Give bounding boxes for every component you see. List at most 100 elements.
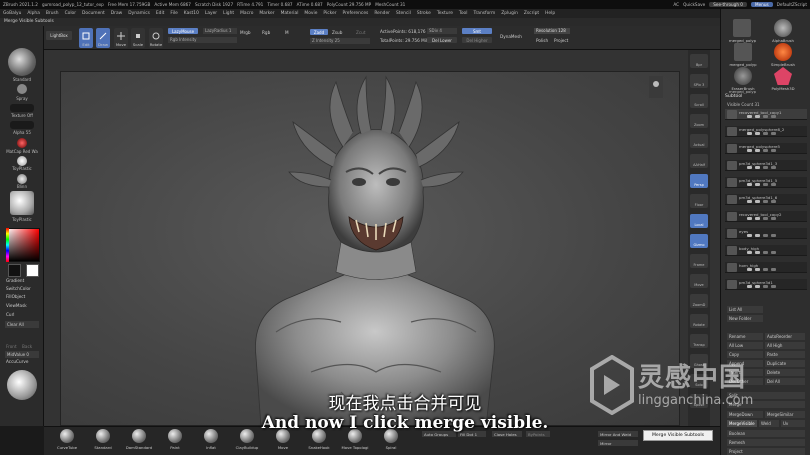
viewport-canvas[interactable]: [60, 71, 680, 426]
lazyradius-slider[interactable]: LazyRadius 1: [203, 28, 237, 34]
hue-strip[interactable]: [6, 228, 9, 262]
rgb-intensity-slider[interactable]: Rgb Intensity: [168, 37, 237, 43]
menu-gobalyu[interactable]: GoBalyu: [3, 11, 21, 16]
menu-kast10[interactable]: Kast10: [184, 11, 199, 16]
menu-brush[interactable]: Brush: [46, 11, 59, 16]
script-button[interactable]: DefaultZScript: [777, 2, 807, 7]
polypaint-icon[interactable]: [755, 268, 760, 271]
menu-picker[interactable]: Picker: [323, 11, 336, 16]
menu-material[interactable]: Material: [281, 11, 299, 16]
shelf-frame-button[interactable]: Frame: [690, 254, 708, 268]
menu-render[interactable]: Render: [374, 11, 390, 16]
eye-icon[interactable]: [747, 132, 752, 135]
zsub-button[interactable]: Zsub: [332, 30, 342, 35]
menu-movie[interactable]: Movie: [304, 11, 317, 16]
menu-document[interactable]: Document: [82, 11, 105, 16]
quicksave-button[interactable]: QuickSave: [683, 2, 705, 7]
viewmask-button[interactable]: ViewMask: [6, 303, 27, 308]
visible-count-slider[interactable]: Visible Count 31: [727, 102, 760, 107]
menu-macro[interactable]: Macro: [240, 11, 253, 16]
eye-icon[interactable]: [747, 268, 752, 271]
subtool-row[interactable]: merged_polysphere8_2: [725, 126, 807, 137]
accucurve-button[interactable]: AccuCurve: [6, 359, 28, 364]
lightbox-button[interactable]: LightBox: [46, 31, 72, 40]
switchcolor-button[interactable]: SwitchColor: [6, 286, 31, 291]
shelf-rotate-button[interactable]: Rotate: [690, 314, 708, 328]
m-button[interactable]: M: [285, 30, 289, 35]
subtool-header[interactable]: Subtool: [725, 94, 807, 101]
rotate-button[interactable]: Rotate: [149, 28, 163, 48]
subtool-row[interactable]: horn_high: [725, 262, 807, 273]
folder-icon[interactable]: [771, 200, 776, 203]
spray-stroke-icon[interactable]: [17, 84, 27, 94]
remesh-button[interactable]: Remesh: [727, 439, 805, 446]
menu-tool[interactable]: Tool: [459, 11, 468, 16]
polypaint-icon[interactable]: [755, 285, 760, 288]
eye-icon[interactable]: [747, 183, 752, 186]
edit-button[interactable]: Edit: [79, 28, 93, 48]
folder-icon[interactable]: [771, 251, 776, 254]
all-low-button[interactable]: All Low: [727, 342, 763, 349]
folder-icon[interactable]: [771, 132, 776, 135]
tool-merged-2[interactable]: merged_polyp: [729, 43, 757, 67]
curl-button[interactable]: Curl: [6, 312, 14, 317]
polypaint-icon[interactable]: [755, 149, 760, 152]
folder-icon[interactable]: [763, 183, 768, 186]
folder-icon[interactable]: [771, 217, 776, 220]
sdiv-slider[interactable]: SDiv 4: [427, 28, 457, 34]
lazymouse-button[interactable]: LazyMouse: [168, 28, 198, 34]
folder-icon[interactable]: [763, 268, 768, 271]
menu-texture[interactable]: Texture: [437, 11, 453, 16]
material-preview-icon[interactable]: [10, 191, 34, 215]
menu-edit[interactable]: Edit: [156, 11, 165, 16]
shelf-floor-button[interactable]: Floor: [690, 194, 708, 208]
subtool-row[interactable]: pm3d_sphere3d1_5: [725, 177, 807, 188]
shelf-gizmo-button[interactable]: Gizmo: [690, 234, 708, 248]
folder-icon[interactable]: [763, 251, 768, 254]
see-through-slider[interactable]: See-through 0: [709, 2, 747, 7]
secondary-color-swatch[interactable]: [26, 264, 39, 277]
shelf-local-button[interactable]: Local: [690, 214, 708, 228]
subtool-row[interactable]: pm3d_sphere3d1_6: [725, 194, 807, 205]
project-panel-button[interactable]: Project: [727, 448, 805, 455]
folder-icon[interactable]: [763, 217, 768, 220]
polypaint-icon[interactable]: [755, 200, 760, 203]
menu-transform[interactable]: Transform: [473, 11, 495, 16]
all-high-button[interactable]: All High: [765, 342, 805, 349]
menu-file[interactable]: File: [170, 11, 177, 16]
blinn-icon[interactable]: [17, 174, 27, 184]
menu-preferences[interactable]: Preferences: [343, 11, 369, 16]
subtool-row[interactable]: body_high: [725, 245, 807, 256]
subtool-row[interactable]: recovered_tool_copy2: [725, 211, 807, 222]
shelf-persp-button[interactable]: Persp: [690, 174, 708, 188]
tool-alphabrush[interactable]: AlphaBrush: [769, 19, 797, 43]
folder-icon[interactable]: [771, 115, 776, 118]
polish-button[interactable]: Polish: [536, 38, 548, 43]
fillobject-button[interactable]: FillObject: [6, 294, 25, 299]
folder-icon[interactable]: [763, 200, 768, 203]
menu-dynamics[interactable]: Dynamics: [128, 11, 150, 16]
tool-polymesh3d[interactable]: PolyMesh3D: [769, 67, 797, 91]
zadd-button[interactable]: Zadd: [310, 29, 328, 35]
polypaint-icon[interactable]: [755, 234, 760, 237]
folder-icon[interactable]: [771, 166, 776, 169]
tool-eraserbrush[interactable]: EraserBrush: [729, 67, 757, 91]
toyplastic-icon[interactable]: [17, 156, 27, 166]
z-intensity-slider[interactable]: Z Intensity 25: [310, 38, 370, 44]
eye-icon[interactable]: [747, 234, 752, 237]
folder-icon[interactable]: [763, 132, 768, 135]
gradient-label[interactable]: Gradient: [6, 278, 24, 283]
mirror-button[interactable]: Mirror: [598, 440, 638, 446]
folder-icon[interactable]: [763, 234, 768, 237]
new-folder-button[interactable]: New Folder: [727, 315, 763, 322]
menu-color[interactable]: Color: [65, 11, 76, 16]
subtool-row[interactable]: pm3d_sphere3d1_3: [725, 160, 807, 171]
ac-button[interactable]: AC: [673, 2, 679, 7]
shelf-transp-button[interactable]: Transp: [690, 334, 708, 348]
polypaint-icon[interactable]: [755, 183, 760, 186]
polypaint-icon[interactable]: [755, 251, 760, 254]
eye-icon[interactable]: [747, 115, 752, 118]
shelf-bpr-button[interactable]: Bpr: [690, 54, 708, 68]
shelf-actual-button[interactable]: Actual: [690, 134, 708, 148]
rgb-button[interactable]: Rgb: [262, 30, 270, 35]
